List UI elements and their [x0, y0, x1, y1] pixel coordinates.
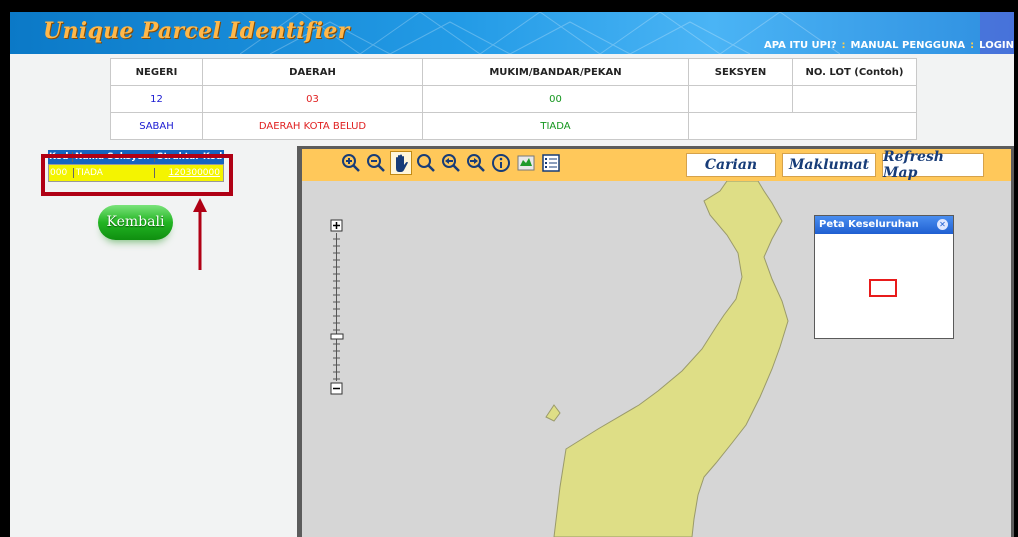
location-table: NEGERI DAERAH MUKIM/BANDAR/PEKAN SEKSYEN…	[110, 58, 917, 140]
zoom-extent-icon[interactable]	[415, 151, 437, 175]
mukim-name: TIADA	[422, 112, 689, 140]
negeri-code: 12	[110, 85, 203, 113]
table-header-row: NEGERI DAERAH MUKIM/BANDAR/PEKAN SEKSYEN…	[110, 58, 917, 86]
refresh-map-button[interactable]: Refresh Map	[882, 149, 984, 181]
mukim-code: 00	[422, 85, 689, 113]
zoom-in-icon[interactable]	[340, 151, 362, 175]
nav-apa-itu-upi[interactable]: APA ITU UPI?	[764, 40, 837, 51]
kembali-button[interactable]: Kembali	[98, 205, 173, 240]
tool-strip	[340, 151, 562, 175]
layers-icon[interactable]	[515, 151, 537, 175]
header-seksyen: SEKSYEN	[688, 58, 793, 86]
nav-manual-pengguna[interactable]: MANUAL PENGGUNA	[851, 40, 966, 51]
arrow-up-icon	[193, 198, 207, 270]
highlight-box	[41, 154, 233, 196]
overview-title: Peta Keseluruhan ✕	[815, 216, 953, 234]
seksyen-lot-name	[688, 112, 917, 140]
map-view[interactable]: Peta Keseluruhan ✕	[302, 181, 1011, 537]
overview-title-text: Peta Keseluruhan	[819, 219, 919, 230]
nav-login[interactable]: LOGIN	[979, 40, 1014, 51]
back-arrow-icon[interactable]	[440, 151, 462, 175]
carian-button[interactable]: Carian	[686, 153, 776, 177]
nav-separator: :	[970, 40, 975, 51]
top-nav: APA ITU UPI? : MANUAL PENGGUNA : LOGIN	[764, 40, 1014, 51]
header-daerah: DAERAH	[202, 58, 423, 86]
map-panel: Carian Maklumat Refresh Map Peta Keselur…	[297, 146, 1014, 537]
map-toolbar: Carian Maklumat Refresh Map	[302, 149, 1011, 181]
header-mukim: MUKIM/BANDAR/PEKAN	[422, 58, 689, 86]
seksyen-code	[688, 85, 793, 113]
table-row-codes: 12 03 00	[110, 85, 917, 113]
zoom-out-icon[interactable]	[365, 151, 387, 175]
header-negeri: NEGERI	[110, 58, 203, 86]
table-row-names: SABAH DAERAH KOTA BELUD TIADA	[110, 112, 917, 140]
negeri-name: SABAH	[110, 112, 203, 140]
app-window: Unique Parcel Identifier APA ITU UPI? : …	[10, 12, 1014, 537]
legend-list-icon[interactable]	[540, 151, 562, 175]
forward-arrow-icon[interactable]	[465, 151, 487, 175]
header-banner: Unique Parcel Identifier APA ITU UPI? : …	[10, 12, 1014, 54]
overview-extent-box[interactable]	[869, 279, 897, 297]
pan-hand-icon[interactable]	[390, 151, 412, 175]
close-icon[interactable]: ✕	[937, 219, 948, 230]
info-icon[interactable]	[490, 151, 512, 175]
daerah-code: 03	[202, 85, 423, 113]
zoom-slider[interactable]	[330, 219, 344, 397]
lot-code	[792, 85, 917, 113]
maklumat-button[interactable]: Maklumat	[782, 153, 876, 177]
nav-separator: :	[841, 40, 846, 51]
overview-map-panel: Peta Keseluruhan ✕	[814, 215, 954, 339]
header-no-lot: NO. LOT (Contoh)	[792, 58, 917, 86]
app-title: Unique Parcel Identifier	[43, 18, 350, 44]
daerah-name: DAERAH KOTA BELUD	[202, 112, 423, 140]
